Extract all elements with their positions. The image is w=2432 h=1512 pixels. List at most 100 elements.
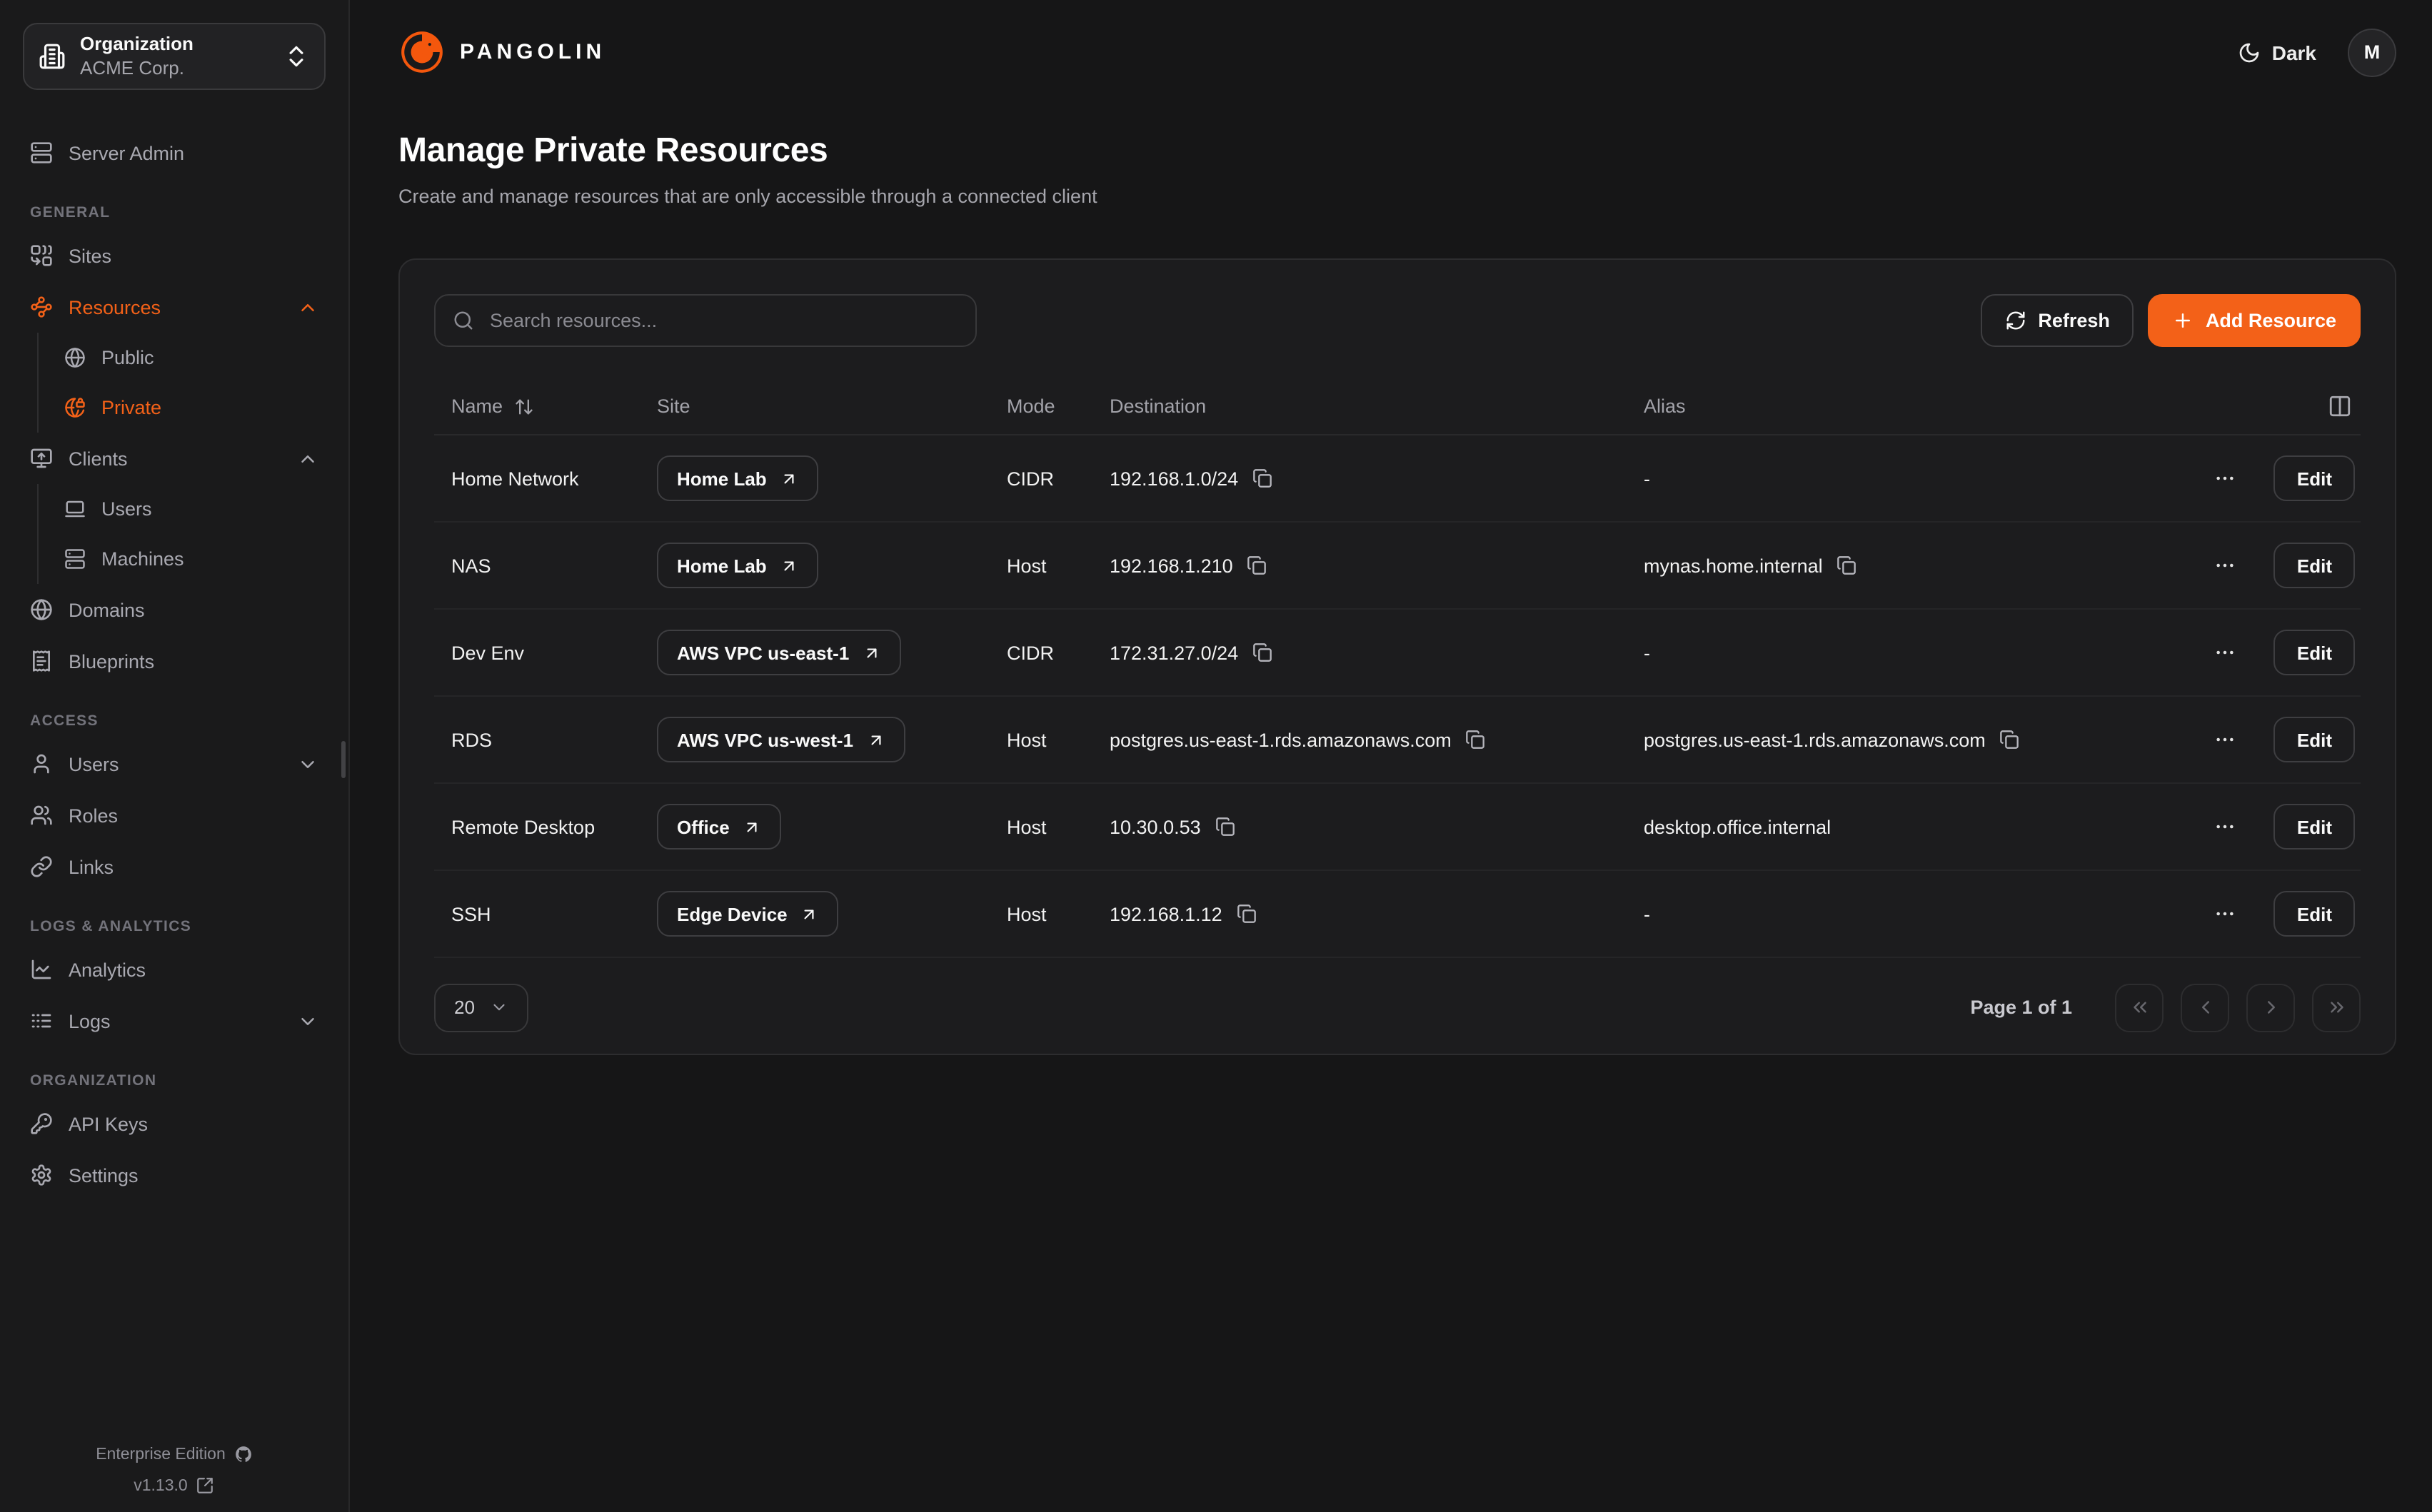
org-selector[interactable]: Organization ACME Corp.	[23, 23, 326, 90]
copy-destination-button[interactable]	[1247, 555, 1267, 575]
column-header-name[interactable]: Name	[434, 395, 657, 417]
sidebar-item-domains[interactable]: Domains	[23, 584, 326, 635]
copy-alias-button[interactable]	[1837, 555, 1857, 575]
copy-destination-button[interactable]	[1237, 904, 1257, 924]
sidebar-item-users[interactable]: Users	[57, 484, 326, 534]
destination-value: 192.168.1.210	[1110, 555, 1233, 576]
edit-button[interactable]: Edit	[2274, 630, 2355, 675]
sidebar-item-settings[interactable]: Settings	[23, 1149, 326, 1201]
alias-value: postgres.us-east-1.rds.amazonaws.com	[1644, 729, 1986, 750]
building-icon	[39, 43, 66, 70]
sidebar-item-label: Settings	[69, 1164, 139, 1186]
copy-destination-button[interactable]	[1252, 468, 1272, 488]
alias-value: -	[1644, 642, 1650, 663]
site-link-button[interactable]: Office	[657, 804, 781, 850]
site-link-button[interactable]: AWS VPC us-west-1	[657, 717, 905, 762]
chevron-up-icon	[297, 448, 318, 469]
sidebar-item-server-admin[interactable]: Server Admin	[23, 127, 326, 178]
column-header-destination: Destination	[1110, 395, 1644, 417]
chevrons-right-icon	[2326, 997, 2347, 1018]
sidebar-item-analytics[interactable]: Analytics	[23, 944, 326, 995]
sidebar-item-label: Private	[101, 397, 161, 418]
combine-icon	[30, 244, 53, 267]
sidebar-item-blueprints[interactable]: Blueprints	[23, 635, 326, 687]
laptop-icon	[64, 498, 86, 520]
edit-button[interactable]: Edit	[2274, 717, 2355, 762]
org-selector-label: Organization	[80, 32, 194, 56]
copy-alias-button[interactable]	[2000, 730, 2020, 750]
row-menu-button[interactable]	[2211, 464, 2240, 493]
sidebar-item-private[interactable]: Private	[57, 383, 326, 433]
alias-value: desktop.office.internal	[1644, 816, 1831, 837]
columns-toggle-button[interactable]	[2325, 391, 2355, 421]
site-link-button[interactable]: AWS VPC us-east-1	[657, 630, 900, 675]
last-page-button[interactable]	[2312, 983, 2361, 1032]
site-link-button[interactable]: Home Lab	[657, 455, 818, 501]
resource-mode: CIDR	[1007, 468, 1110, 489]
ellipsis-icon	[2214, 728, 2237, 751]
edit-button[interactable]: Edit	[2274, 543, 2355, 588]
edit-button[interactable]: Edit	[2274, 455, 2355, 501]
row-menu-button[interactable]	[2211, 812, 2240, 841]
chevron-right-icon	[2260, 997, 2281, 1018]
alias-value: mynas.home.internal	[1644, 555, 1823, 576]
edit-button[interactable]: Edit	[2274, 891, 2355, 937]
add-resource-button[interactable]: Add Resource	[2149, 294, 2361, 347]
resource-name: Dev Env	[434, 642, 657, 663]
globe-icon	[64, 347, 86, 368]
refresh-label: Refresh	[2038, 310, 2110, 331]
top-bar: PANGOLIN Dark M	[398, 26, 2396, 79]
sidebar-item-label: Users	[101, 498, 152, 520]
resource-mode: Host	[1007, 729, 1110, 750]
sidebar-item-roles[interactable]: Roles	[23, 790, 326, 841]
logs-icon	[30, 1009, 53, 1032]
search-box	[434, 294, 977, 347]
sidebar-item-links[interactable]: Links	[23, 841, 326, 892]
search-input[interactable]	[487, 308, 958, 333]
next-page-button[interactable]	[2246, 983, 2295, 1032]
copy-destination-button[interactable]	[1252, 642, 1272, 662]
pager-buttons	[2115, 983, 2361, 1032]
sidebar-item-label: Server Admin	[69, 142, 184, 163]
page-size-select[interactable]: 20	[434, 983, 529, 1032]
chevron-left-icon	[2194, 997, 2216, 1018]
site-link-button[interactable]: Edge Device	[657, 891, 839, 937]
sidebar-item-sites[interactable]: Sites	[23, 230, 326, 281]
sidebar-item-clients[interactable]: Clients	[23, 433, 326, 484]
sidebar-item-api-keys[interactable]: API Keys	[23, 1098, 326, 1149]
sidebar-item-label: Public	[101, 347, 154, 368]
edit-button[interactable]: Edit	[2274, 804, 2355, 850]
sidebar-item-resources[interactable]: Resources	[23, 281, 326, 333]
chevron-down-icon	[491, 998, 509, 1017]
sidebar-item-label: Users	[69, 753, 119, 775]
sidebar-item-users[interactable]: Users	[23, 738, 326, 790]
copy-destination-button[interactable]	[1215, 817, 1235, 837]
pager-right: Page 1 of 1	[1970, 983, 2361, 1032]
sidebar-item-label: Resources	[69, 296, 161, 318]
refresh-button[interactable]: Refresh	[1981, 294, 2134, 347]
row-menu-button[interactable]	[2211, 899, 2240, 928]
sidebar-item-public[interactable]: Public	[57, 333, 326, 383]
row-menu-button[interactable]	[2211, 638, 2240, 667]
ellipsis-icon	[2214, 554, 2237, 577]
row-menu-button[interactable]	[2211, 725, 2240, 754]
github-icon[interactable]	[234, 1445, 253, 1463]
first-page-button[interactable]	[2115, 983, 2164, 1032]
site-link-button[interactable]: Home Lab	[657, 543, 818, 588]
sidebar-item-logs[interactable]: Logs	[23, 995, 326, 1047]
sidebar-scrollbar-thumb[interactable]	[341, 741, 346, 778]
globe-icon	[30, 598, 53, 621]
copy-icon	[1247, 555, 1267, 575]
alias-value: -	[1644, 903, 1650, 924]
refresh-icon	[2005, 310, 2026, 331]
resource-mode: Host	[1007, 555, 1110, 576]
chevrons-left-icon	[2129, 997, 2150, 1018]
external-link-icon[interactable]	[196, 1476, 215, 1495]
user-avatar[interactable]: M	[2348, 28, 2396, 76]
resource-name: Remote Desktop	[434, 816, 657, 837]
prev-page-button[interactable]	[2181, 983, 2229, 1032]
theme-toggle[interactable]: Dark	[2238, 41, 2316, 64]
row-menu-button[interactable]	[2211, 551, 2240, 580]
sidebar-item-machines[interactable]: Machines	[57, 534, 326, 584]
copy-destination-button[interactable]	[1466, 730, 1486, 750]
